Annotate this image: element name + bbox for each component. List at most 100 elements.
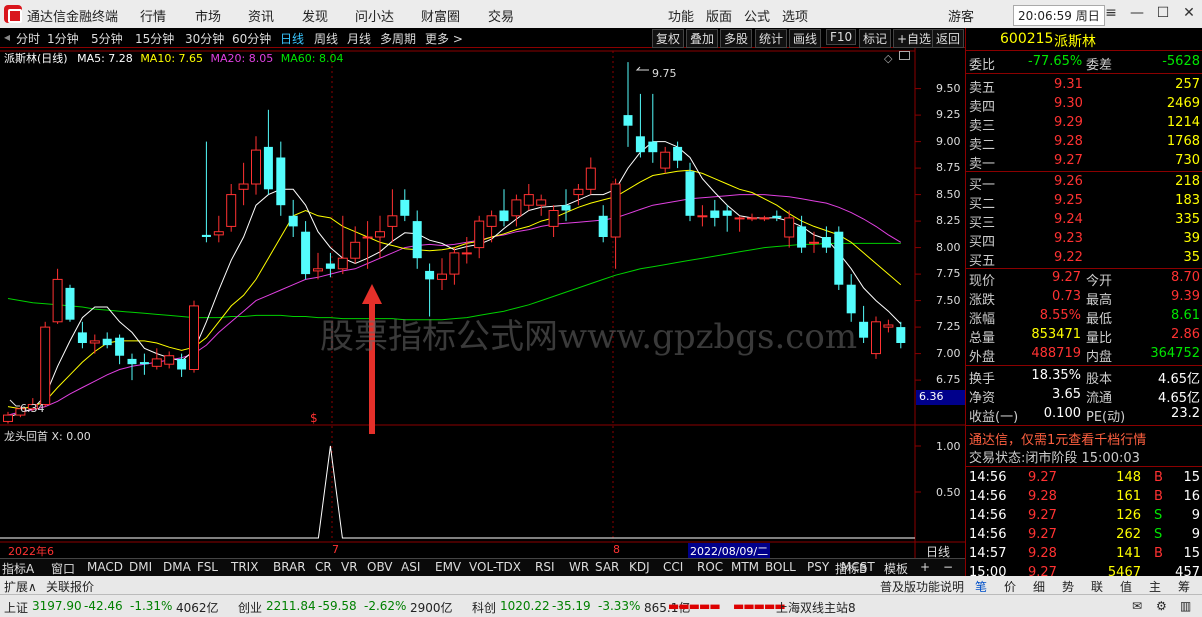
candle [213, 215, 224, 243]
stat2-label: PE(动) [1086, 410, 1126, 425]
period-60min[interactable]: 60分钟 [232, 30, 271, 47]
indicator-tab[interactable]: ASI [401, 560, 420, 574]
indicator-tab[interactable]: RSI [535, 560, 555, 574]
stat-value: 8.61 [1171, 308, 1200, 323]
menu-layout[interactable]: 版面 [706, 6, 732, 25]
adjust-button[interactable]: 复权 [652, 29, 685, 48]
stat2-value: 18.35% [1031, 368, 1081, 383]
chart-canvas[interactable]: 股票指标公式网www.gpzbgs.com [0, 48, 965, 558]
indicator-tab-right[interactable]: − [943, 560, 953, 574]
period-1min[interactable]: 1分钟 [47, 30, 79, 47]
chart-diamond-icon[interactable]: ◇ [884, 52, 892, 65]
tick-count: 16 [1183, 489, 1200, 504]
kline-chart[interactable]: 股票指标公式网www.gpzbgs.com 派斯林(日线) MA5: 7.28 … [0, 48, 965, 559]
back-button[interactable]: 返回 [932, 29, 965, 48]
indicator-tab[interactable]: WR [569, 560, 589, 574]
panel-tab[interactable]: 主 [1149, 578, 1161, 595]
settings-icon[interactable]: ⚙ [1156, 599, 1167, 613]
panel-tab[interactable]: 势 [1062, 578, 1074, 595]
msg-icon[interactable]: ✉ [1132, 599, 1142, 613]
panel-tab[interactable]: 笔 [975, 578, 987, 595]
indicator-tab[interactable]: ROC [697, 560, 723, 574]
indicator-tab[interactable]: CCI [663, 560, 683, 574]
indicator-tab[interactable]: SAR [595, 560, 619, 574]
menu-market[interactable]: 市场 [195, 6, 221, 25]
help-link[interactable]: 普及版功能说明 [880, 578, 964, 595]
panel-tab[interactable]: 筹 [1178, 578, 1190, 595]
menu-wealth[interactable]: 财富圈 [421, 6, 460, 25]
indicator-tab[interactable]: VOL-TDX [469, 560, 521, 574]
stat2-value: 4.65亿 [1158, 372, 1200, 387]
panel-tab[interactable]: 联 [1091, 578, 1103, 595]
index-name[interactable]: 上证 [4, 599, 28, 616]
period-daily[interactable]: 日线 [280, 30, 304, 47]
server-station[interactable]: 上海双线主站8 [776, 599, 856, 616]
stat-value: 9.27 [1052, 270, 1081, 285]
expand-button[interactable]: 扩展∧ [4, 578, 37, 595]
f10-button[interactable]: F10 [826, 29, 857, 45]
mark-button[interactable]: 标记 [859, 29, 892, 48]
period-monthly[interactable]: 月线 [347, 30, 371, 47]
candle [573, 184, 584, 206]
indicator-tab[interactable]: BRAR [273, 560, 306, 574]
menu-news[interactable]: 资讯 [248, 6, 274, 25]
period-weekly[interactable]: 周线 [314, 30, 338, 47]
candle [834, 226, 844, 290]
promo-row[interactable]: 通达信，仅需1元查看千档行情 [966, 428, 1202, 448]
indicator-tab[interactable]: FSL [197, 560, 218, 574]
menu-market-quotes[interactable]: 行情 [140, 6, 166, 25]
maximize-button[interactable]: ☐ [1150, 2, 1176, 24]
indicator-tab[interactable]: VR [341, 560, 358, 574]
bid-label: 买二 [969, 197, 996, 212]
related-quotes[interactable]: 关联报价 [46, 578, 94, 595]
menu-function[interactable]: 功能 [668, 6, 694, 25]
indicator-tab-right[interactable]: + [920, 560, 930, 574]
panel-tab[interactable]: 细 [1033, 578, 1045, 595]
indicator-tab[interactable]: PSY [807, 560, 829, 574]
multi-stock-button[interactable]: 多股 [720, 29, 753, 48]
menu-options[interactable]: 选项 [782, 6, 808, 25]
indicator-tab[interactable]: DMA [163, 560, 191, 574]
indicator-tab[interactable]: MTM [731, 560, 759, 574]
period-multi[interactable]: 多周期 [380, 30, 416, 47]
menu-trade[interactable]: 交易 [488, 6, 514, 25]
indicator-tab[interactable]: BOLL [765, 560, 796, 574]
index-name[interactable]: 科创 [472, 599, 496, 616]
ask-label: 卖五 [969, 81, 996, 96]
user-label[interactable]: 游客 [948, 6, 974, 25]
menu-formula[interactable]: 公式 [744, 6, 770, 25]
stats-button[interactable]: 统计 [755, 29, 788, 48]
indicator-tab[interactable]: 指标A [2, 560, 34, 577]
draw-button[interactable]: 画线 [789, 29, 822, 48]
panel-tab[interactable]: 值 [1120, 578, 1132, 595]
period-15min[interactable]: 15分钟 [135, 30, 174, 47]
index-name[interactable]: 创业 [238, 599, 262, 616]
period-more[interactable]: 更多 > [425, 30, 463, 47]
indicator-tab[interactable]: DMI [129, 560, 152, 574]
period-5min[interactable]: 5分钟 [91, 30, 123, 47]
panel-tab[interactable]: 价 [1004, 578, 1016, 595]
indicator-tab[interactable]: KDJ [629, 560, 650, 574]
indicator-tab-right[interactable]: 模板 [884, 560, 908, 577]
candle-body [238, 183, 249, 190]
candle-body [797, 226, 807, 248]
minimize-button[interactable]: — [1124, 2, 1150, 24]
signal-icon[interactable]: ▥ [1180, 599, 1191, 613]
indicator-tab-right[interactable]: 指标B [835, 560, 867, 577]
indicator-tab[interactable]: CR [315, 560, 332, 574]
indicator-tab[interactable]: 窗口 [51, 560, 75, 577]
menu-discover[interactable]: 发现 [302, 6, 328, 25]
indicator-tab[interactable]: MACD [87, 560, 123, 574]
indicator-tab[interactable]: OBV [367, 560, 393, 574]
add-watchlist-button[interactable]: +自选 [893, 29, 936, 48]
chart-window-icon[interactable] [899, 51, 910, 60]
indicator-tab[interactable]: TRIX [231, 560, 258, 574]
indicator-tab[interactable]: EMV [435, 560, 461, 574]
ytick-label: 8.50 [936, 187, 961, 201]
menu-ask[interactable]: 问小达 [355, 6, 394, 25]
close-button[interactable]: ✕ [1176, 2, 1202, 24]
period-timeshare[interactable]: 分时 [16, 30, 40, 47]
menu-icon[interactable]: ≡ [1098, 2, 1124, 24]
overlay-button[interactable]: 叠加 [686, 29, 719, 48]
period-30min[interactable]: 30分钟 [185, 30, 224, 47]
